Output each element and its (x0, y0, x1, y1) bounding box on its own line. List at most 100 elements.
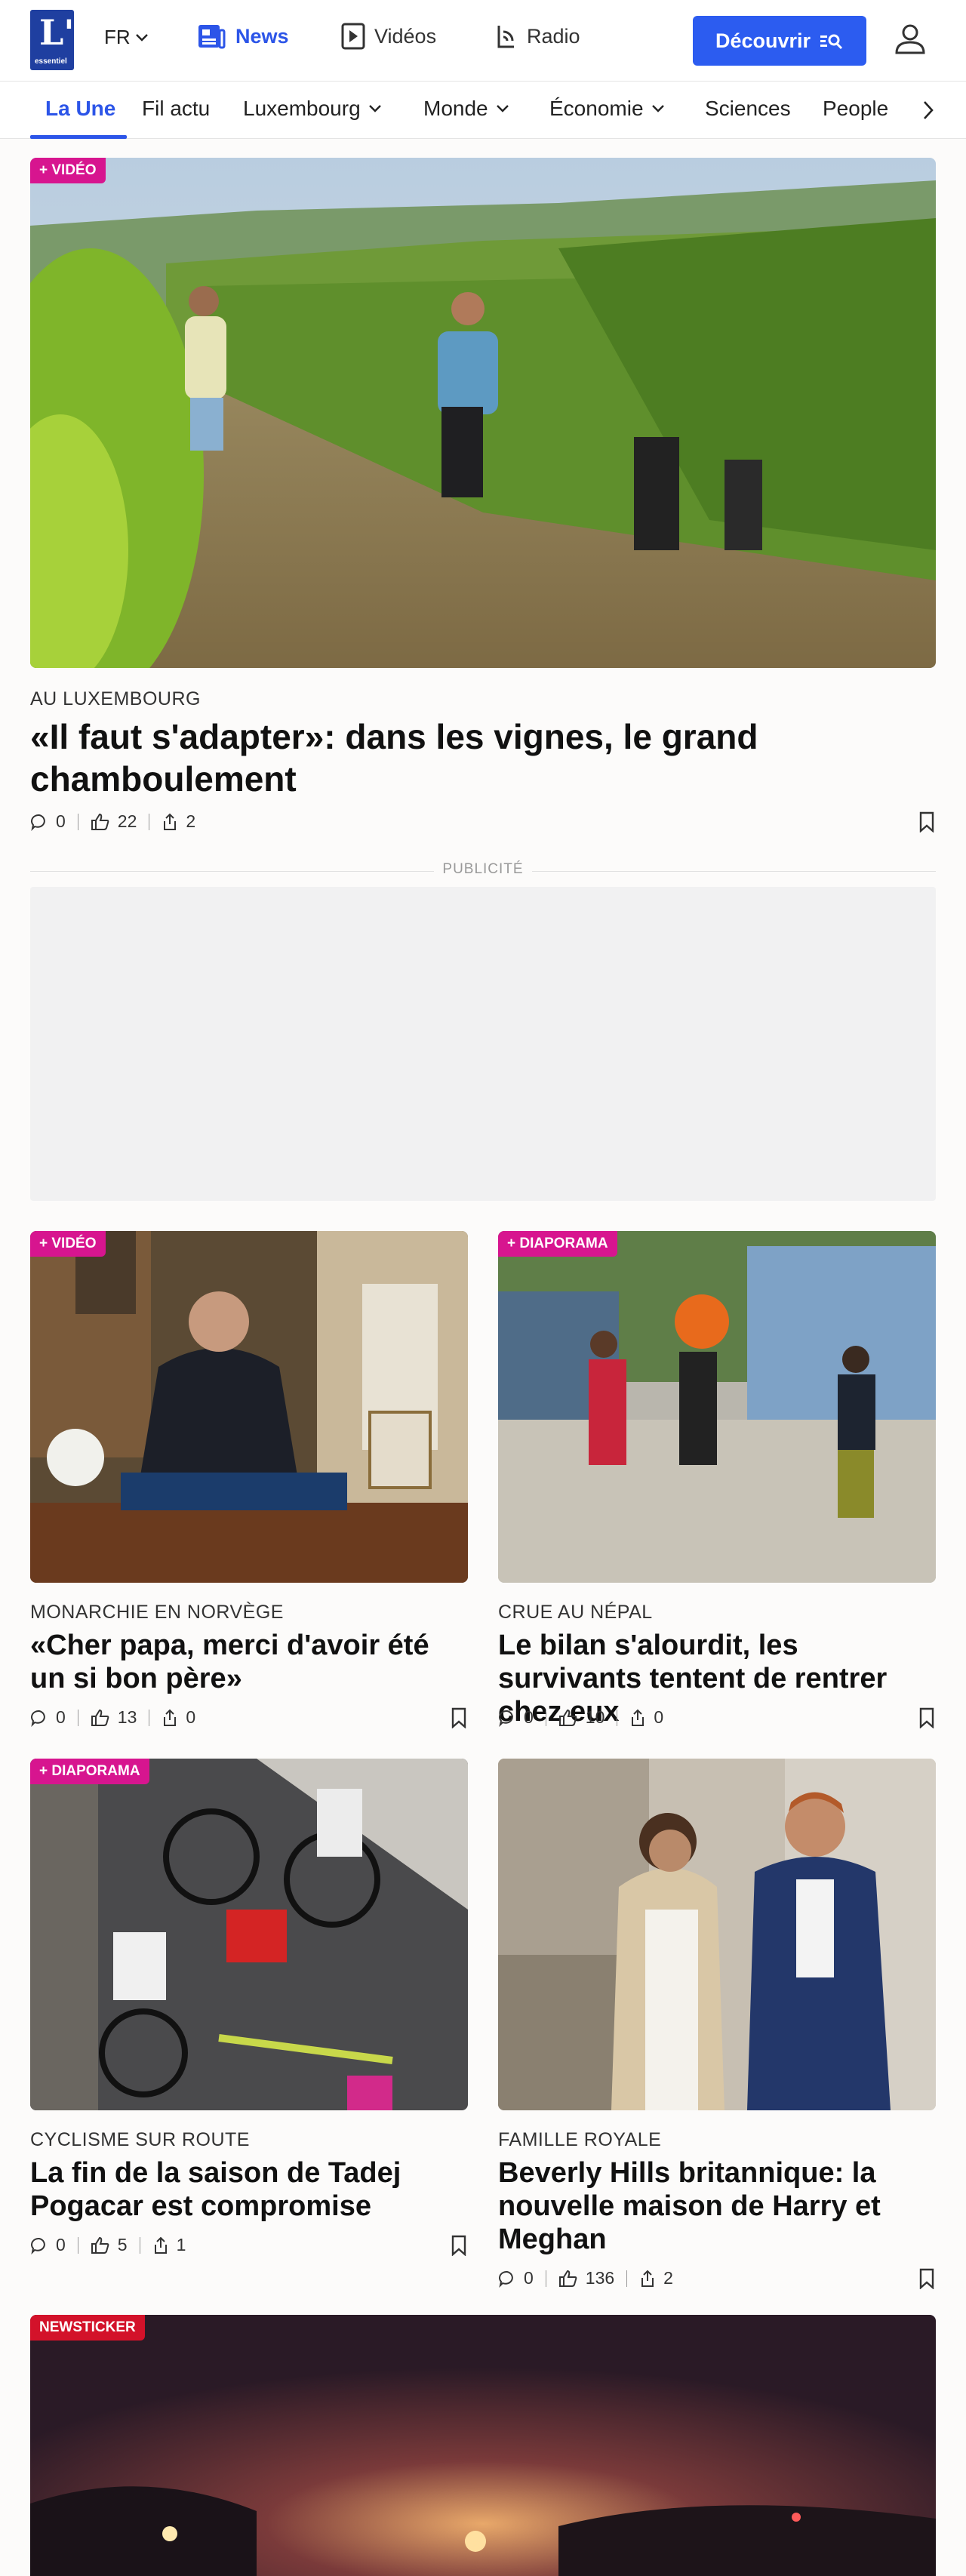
cycling-crash-photo (30, 1759, 468, 2110)
harry-meghan-photo (498, 1759, 936, 2110)
scroll-right-button[interactable] (913, 92, 943, 128)
comment-count: 0 (56, 811, 66, 831)
share-count: 2 (186, 811, 196, 831)
ad-slot[interactable] (30, 887, 936, 1201)
comment-icon (499, 1710, 513, 1727)
nav-news[interactable]: News (196, 23, 289, 50)
like-count: 13 (117, 1707, 137, 1727)
language-label: FR (104, 26, 131, 48)
hero-stats: 0 22 2 (30, 811, 195, 832)
bookmark-icon[interactable] (450, 2235, 468, 2256)
article-headline[interactable]: «Cher papa, merci d'avoir été un si bon … (30, 1629, 453, 1695)
bookmark-icon[interactable] (450, 1707, 468, 1728)
category-people[interactable]: People (823, 97, 888, 121)
discover-button[interactable]: Découvrir (693, 16, 866, 66)
category-label: People (823, 97, 889, 120)
chevron-down-icon (651, 105, 664, 112)
article-kicker: MONARCHIE EN NORVÈGE (30, 1602, 284, 1623)
share-count: 0 (186, 1707, 196, 1727)
category-label: Luxembourg (243, 97, 361, 120)
article-stats: 0 13 0 (30, 1707, 195, 1728)
hero-kicker: AU LUXEMBOURG (30, 688, 201, 709)
news-icon (198, 25, 226, 49)
comment-count: 0 (524, 2268, 534, 2288)
comment-count: 0 (524, 1707, 534, 1727)
bookmark-icon[interactable] (918, 811, 936, 833)
category-label: Fil actu (142, 97, 211, 120)
article-badge: + VIDÉO (30, 1231, 106, 1257)
share-icon (641, 2270, 654, 2287)
comment-count: 0 (56, 2235, 66, 2254)
newsticker-image[interactable]: NEWSTICKER (30, 2315, 936, 2576)
thumbs-up-icon (91, 813, 109, 830)
article-image[interactable] (498, 1759, 936, 2110)
category-label: Sciences (705, 97, 791, 120)
radio-icon (497, 26, 514, 48)
category-la-une[interactable]: La Une (45, 97, 115, 121)
article-headline[interactable]: Beverly Hills britannique: la nouvelle m… (498, 2156, 921, 2256)
article-image[interactable]: + DIAPORAMA (498, 1231, 936, 1583)
bookmark-icon[interactable] (918, 1707, 936, 1728)
share-count: 2 (663, 2268, 673, 2288)
like-count: 22 (117, 811, 137, 831)
thumbs-up-icon (558, 2270, 577, 2287)
article-stats: 0 136 2 (498, 2268, 673, 2288)
comment-icon (499, 2270, 513, 2288)
article-kicker: CYCLISME SUR ROUTE (30, 2129, 250, 2150)
article-image[interactable]: + VIDÉO (30, 1231, 468, 1583)
discover-label: Découvrir (715, 29, 811, 52)
search-list-icon (820, 34, 843, 50)
top-header: L' essentiel FR News Vidéos Radio Découv… (0, 0, 966, 81)
category-economie[interactable]: Économie (549, 97, 665, 121)
thumbs-up-icon (558, 1709, 577, 1726)
like-count: 136 (585, 2268, 615, 2288)
article-image[interactable]: + DIAPORAMA (30, 1759, 468, 2110)
thumbs-up-icon (91, 1709, 109, 1726)
category-monde[interactable]: Monde (423, 97, 509, 121)
chevron-right-icon (924, 101, 934, 119)
comment-count: 0 (56, 1707, 66, 1727)
category-sciences[interactable]: Sciences (705, 97, 791, 121)
share-count: 1 (176, 2235, 186, 2254)
nepal-flood-photo (498, 1231, 936, 1583)
thumbs-up-icon (91, 2236, 109, 2254)
nav-videos[interactable]: Vidéos (341, 23, 436, 50)
share-icon (164, 1709, 177, 1726)
category-luxembourg[interactable]: Luxembourg (243, 97, 382, 121)
comment-icon (31, 814, 45, 831)
share-icon (632, 1709, 645, 1726)
hero-image[interactable]: + VIDÉO (30, 158, 936, 668)
bookmark-icon[interactable] (918, 2268, 936, 2289)
like-count: 5 (117, 2235, 128, 2254)
ad-label: PUBLICITÉ (434, 861, 532, 878)
article-badge: + DIAPORAMA (30, 1759, 149, 1784)
nav-radio-label: Radio (527, 24, 580, 48)
category-label: Économie (549, 97, 644, 120)
user-icon[interactable] (892, 21, 928, 57)
active-tab-indicator (30, 135, 127, 139)
chevron-down-icon (368, 105, 381, 112)
article-stats: 0 5 1 (30, 2235, 186, 2255)
share-icon (164, 813, 177, 830)
article-headline[interactable]: La fin de la saison de Tadej Pogacar est… (30, 2156, 453, 2223)
nav-videos-label: Vidéos (374, 24, 437, 48)
chevron-down-icon (496, 105, 509, 112)
comment-icon (31, 2237, 45, 2254)
play-icon (341, 23, 365, 50)
logo-letter: L' (39, 12, 75, 53)
article-stats: 0 10 0 (498, 1707, 663, 1728)
newsticker-badge: NEWSTICKER (30, 2315, 145, 2341)
language-selector[interactable]: FR (104, 26, 149, 49)
category-label: La Une (45, 97, 116, 120)
chevron-down-icon (135, 33, 148, 42)
hero-headline[interactable]: «Il faut s'adapter»: dans les vignes, le… (30, 716, 860, 800)
share-icon (154, 2236, 167, 2254)
logo-word: essentiel (35, 57, 67, 66)
vineyard-photo (30, 158, 936, 668)
site-logo[interactable]: L' essentiel (30, 10, 74, 70)
category-fil-actu[interactable]: Fil actu (142, 97, 210, 121)
comment-icon (31, 1710, 45, 1727)
nav-radio[interactable]: Radio (495, 23, 580, 50)
like-count: 10 (585, 1707, 605, 1727)
category-bar: La Une Fil actu Luxembourg Monde Économi… (0, 81, 966, 139)
